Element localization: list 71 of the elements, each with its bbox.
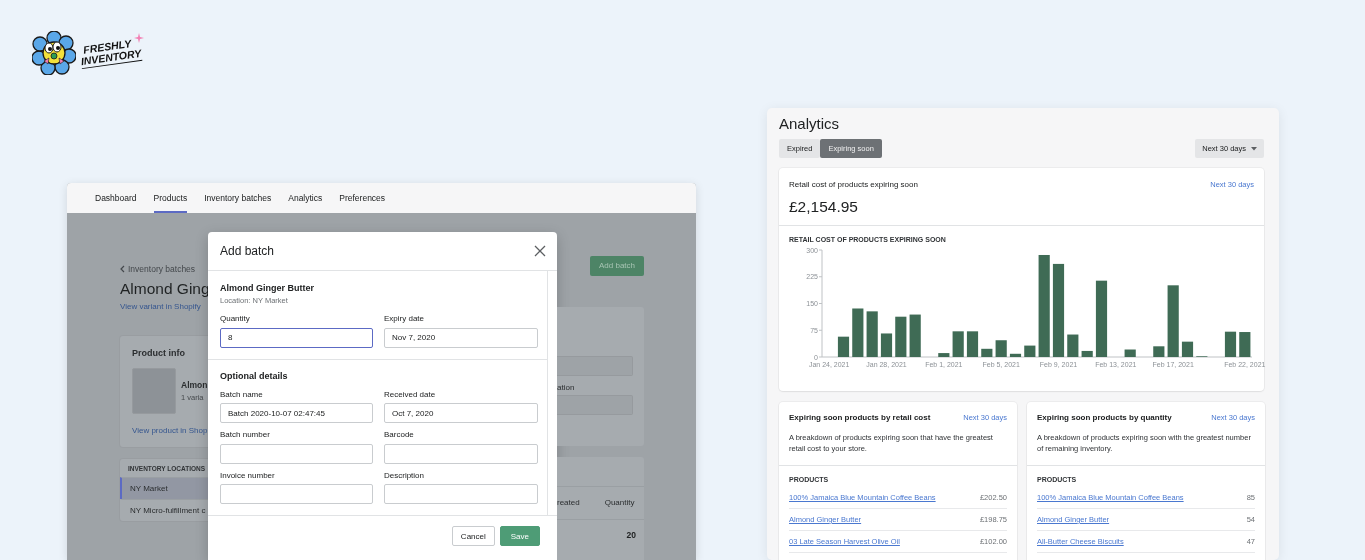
chart-bar [938,353,950,357]
page-title: Analytics [779,115,841,132]
chart-bar [952,331,964,357]
column-header: reated [557,498,580,508]
card-heading: Product info [132,348,186,358]
field-label: Batch name [220,389,264,399]
input-field[interactable] [220,443,373,464]
chart-bar [1224,331,1237,357]
field-label: Received date [384,389,437,399]
field-label: Barcode [384,430,415,439]
chevron-left-icon [120,265,125,273]
caret-down-icon [1251,146,1257,151]
field-label: Batch number [220,430,271,439]
cancel-button[interactable]: Cancel [451,526,495,546]
nav-tab[interactable]: Preferences [339,183,386,213]
chart-bar [995,340,1007,357]
dialog-title: Add batch [220,244,275,258]
column-header: Quantity [604,498,635,508]
card-title: Retail cost of products expiring soon [789,180,918,189]
nav-tab[interactable]: Dashboard [95,183,137,213]
input-field[interactable] [384,443,538,464]
chart-bar [981,348,993,357]
chart-bar [895,316,907,357]
section-heading: Optional details [220,370,289,381]
chart-bar [852,308,864,357]
product-link[interactable]: View product in Shop [132,426,208,435]
field-label: ation [557,382,576,392]
nav-tab[interactable]: Analytics [288,183,323,213]
card-title: Expiring soon products by retail cost [789,413,931,422]
chart-bar [866,311,878,357]
location-item[interactable]: NY Market [120,477,208,499]
photo-placeholder [132,368,176,414]
chart-bar [1024,345,1036,357]
input-field[interactable]: Nov 7, 2020 [384,327,538,348]
chart-bar [880,333,893,357]
chart-bar [966,331,979,357]
nav-tab[interactable]: Products [153,183,188,213]
chart-bar [1167,285,1179,357]
save-button[interactable]: Save [499,526,540,546]
sparkle-icon [134,33,144,43]
field-label: Expiry date [384,314,426,323]
chart-bar [1153,346,1165,357]
flower-logo-icon [32,31,76,75]
close-icon [534,245,546,257]
field-label: Invoice number [220,470,276,480]
field-label: Description [384,470,425,480]
page-title: Almond Ging [120,280,208,298]
field-label: Quantity [220,314,251,323]
chart-bar [909,314,921,357]
back-link[interactable]: Inventory batches [120,264,196,274]
chart-bar [1181,341,1194,357]
variant-link[interactable]: View variant in Shopify [120,302,201,311]
input-field[interactable]: Oct 7, 2020 [384,403,538,423]
chart-bar [1081,350,1093,357]
product-name: Almon [181,380,208,390]
card-title: Expiring soon products by quantity [1037,413,1172,422]
chart-bar [1124,349,1136,357]
chart-bar [837,336,850,357]
chart-bar [1239,332,1251,357]
nav-tab[interactable]: Inventory batches [204,183,272,213]
close-button[interactable] [534,245,546,257]
table-cell: 20 [626,529,636,540]
chart-bar [1067,334,1079,357]
input-field[interactable]: Batch 2020-10-07 02:47:45 [220,403,373,423]
input-field[interactable]: 8 [220,327,373,348]
input-field[interactable] [220,484,373,504]
add-batch-button[interactable]: Add batch [590,256,645,276]
product-name: Almond Ginger Butter [220,283,315,293]
total-value: £2,154.95 [779,189,1264,226]
input-field[interactable] [384,484,538,504]
chart-bar [1009,353,1022,357]
